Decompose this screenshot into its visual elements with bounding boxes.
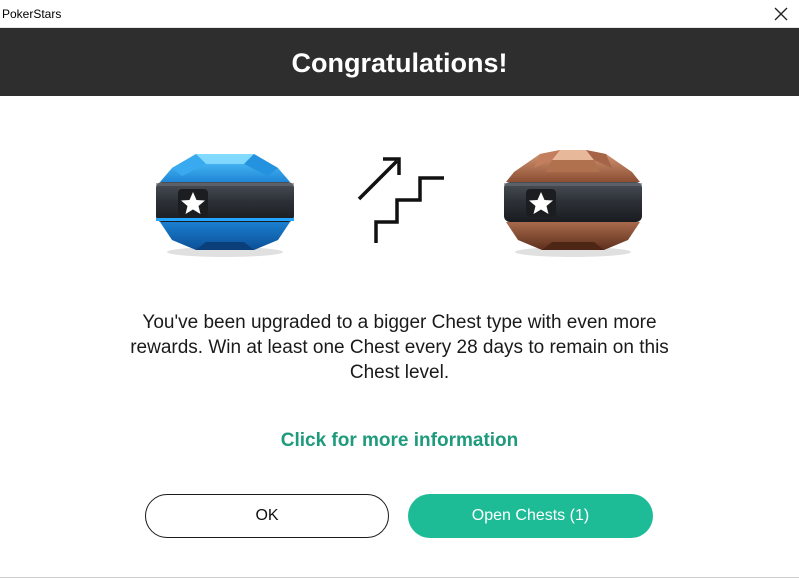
- open-chests-button[interactable]: Open Chests (1): [408, 494, 653, 538]
- ok-button[interactable]: OK: [145, 494, 389, 538]
- window-title: PokerStars: [2, 7, 62, 21]
- bronze-chest-icon: [504, 150, 642, 257]
- close-icon: [774, 7, 788, 20]
- close-button[interactable]: [763, 0, 799, 27]
- blue-chest-icon: [156, 154, 294, 257]
- dialog-title: Congratulations!: [291, 47, 508, 78]
- title-bar: PokerStars: [0, 0, 799, 28]
- dialog-header: Congratulations!: [0, 28, 799, 96]
- upgrade-message: You've been upgraded to a bigger Chest t…: [130, 312, 669, 383]
- more-information-link[interactable]: Click for more information: [200, 430, 599, 452]
- upgrade-stairs-icon: [357, 157, 444, 243]
